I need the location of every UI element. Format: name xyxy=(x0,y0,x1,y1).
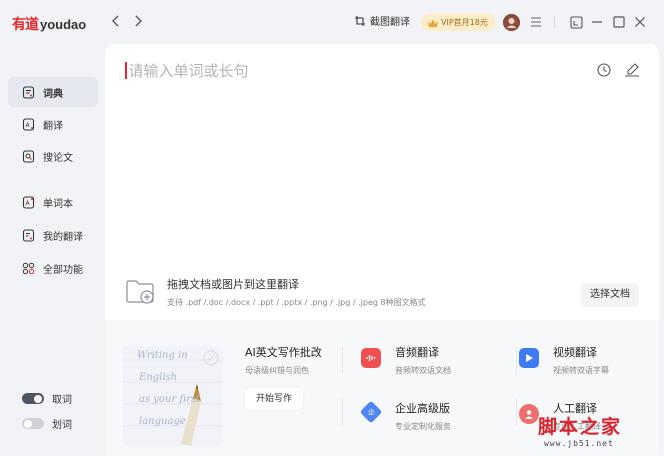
drop-title: 拖拽文档或图片到这里翻译 xyxy=(167,278,299,291)
mini-window-icon[interactable] xyxy=(568,14,584,30)
sample-line: language xyxy=(139,416,186,427)
main-panel: 请输入单词或长句 拖拽文档或图片到这里翻译 支持 .pdf /.doc /.do… xyxy=(105,44,659,320)
svg-text:A: A xyxy=(25,200,30,207)
video-icon xyxy=(519,348,539,368)
sidebar-item-all-features[interactable]: 全部功能 xyxy=(8,253,98,283)
choose-document-button[interactable]: 选择文档 xyxy=(581,283,639,307)
divider xyxy=(342,398,343,426)
history-icon[interactable] xyxy=(596,62,612,78)
sidebar-item-search-paper[interactable]: 搜论文 xyxy=(8,141,98,171)
drop-formats: 支持 .pdf /.doc /.docx / .ppt / .pptx / .p… xyxy=(167,298,426,307)
watermark-text: 脚本之家 xyxy=(538,416,623,438)
crop-icon xyxy=(355,15,365,26)
feature-title: AI英文写作批改 xyxy=(245,346,322,359)
sidebar-item-dictionary[interactable]: 词典 xyxy=(8,77,98,107)
sidebar-item-wordbook[interactable]: A 单词本 xyxy=(8,187,98,217)
menu-icon[interactable] xyxy=(528,14,544,30)
toggle-switch-off[interactable] xyxy=(22,418,44,429)
divider xyxy=(516,398,517,426)
sample-line: Writing in xyxy=(137,350,188,361)
text-caret xyxy=(125,62,127,79)
divider xyxy=(516,346,517,374)
human-translator-icon xyxy=(519,404,539,424)
video-translate-feature[interactable]: 视频翻译 视频转双语字幕 xyxy=(519,344,609,376)
watermark-url: www.jb51.net xyxy=(544,439,614,448)
back-arrow-icon[interactable] xyxy=(109,14,123,28)
feature-title: 音频翻译 xyxy=(395,346,439,359)
sidebar: 词典 A 翻译 搜论文 A 单词本 我的翻译 全部功能 取词 划词 xyxy=(0,44,104,456)
audio-icon xyxy=(361,348,381,368)
sidebar-item-label: 搜论文 xyxy=(43,152,73,164)
feature-subtitle: 专业定制化服务 xyxy=(395,422,451,431)
toggle-word-capture[interactable]: 取词 xyxy=(22,391,72,406)
audio-translate-feature[interactable]: 音频翻译 音频转双语文档 xyxy=(361,344,451,376)
query-input[interactable]: 请输入单词或长句 xyxy=(125,60,249,81)
title-bar: 有道 youdao 截图翻译 VIP首月18元 xyxy=(0,0,664,44)
feature-subtitle: 母语级纠错与润色 xyxy=(245,366,309,375)
my-translation-icon xyxy=(21,228,35,242)
close-icon[interactable] xyxy=(632,14,648,30)
sample-line: English xyxy=(139,372,178,383)
all-features-icon xyxy=(21,261,35,275)
sidebar-item-my-translation[interactable]: 我的翻译 xyxy=(8,220,98,250)
site-watermark: 脚本之家 www.jb51.net xyxy=(538,412,622,448)
app-window: 有道 youdao 截图翻译 VIP首月18元 词典 A 翻译 搜论文 A 单词… xyxy=(0,0,664,456)
handwriting-icon[interactable] xyxy=(624,62,640,78)
youdao-logo[interactable]: 有道 youdao xyxy=(12,14,86,34)
dictionary-icon xyxy=(21,85,35,99)
forward-arrow-icon[interactable] xyxy=(131,14,145,28)
sample-line: as your first xyxy=(139,394,200,405)
sidebar-item-label: 我的翻译 xyxy=(43,231,83,243)
maximize-icon[interactable] xyxy=(611,14,627,30)
logo-en: youdao xyxy=(40,17,87,32)
title-divider xyxy=(554,16,555,28)
feature-title: 企业高级版 xyxy=(395,402,450,415)
vip-badge[interactable]: VIP首月18元 xyxy=(421,14,495,31)
sidebar-item-label: 词典 xyxy=(43,88,63,100)
ai-writing-feature[interactable]: AI英文写作批改 母语级纠错与润色 xyxy=(245,344,322,376)
screenshot-translate-button[interactable]: 截图翻译 xyxy=(354,13,410,28)
toggle-label: 取词 xyxy=(52,395,72,406)
enterprise-feature[interactable]: 企 企业高级版 专业定制化服务 xyxy=(359,400,451,432)
feature-subtitle: 音频转双语文档 xyxy=(395,366,451,375)
feature-title: 视频翻译 xyxy=(553,346,597,359)
sidebar-item-label: 全部功能 xyxy=(43,264,83,276)
wordbook-icon: A xyxy=(21,195,35,209)
sidebar-item-translate[interactable]: A 翻译 xyxy=(8,109,98,139)
vip-label: VIP首月18元 xyxy=(441,18,488,27)
minimize-icon[interactable] xyxy=(589,14,605,30)
screenshot-translate-label: 截图翻译 xyxy=(370,17,410,28)
sidebar-item-label: 翻译 xyxy=(43,120,63,132)
start-writing-button[interactable]: 开始写作 xyxy=(245,388,303,410)
logo-cn: 有道 xyxy=(12,17,39,33)
toggle-label: 划词 xyxy=(52,420,72,431)
svg-text:A: A xyxy=(25,122,30,129)
translate-icon: A xyxy=(21,117,35,131)
crown-icon xyxy=(428,19,438,27)
search-paper-icon xyxy=(21,149,35,163)
divider xyxy=(342,346,343,374)
sidebar-item-label: 单词本 xyxy=(43,198,73,210)
feature-subtitle: 视频转双语字幕 xyxy=(553,366,609,375)
enterprise-icon: 企 xyxy=(359,400,383,424)
query-placeholder: 请输入单词或长句 xyxy=(128,62,249,80)
drop-zone[interactable]: 拖拽文档或图片到这里翻译 支持 .pdf /.doc /.docx / .ppt… xyxy=(125,276,426,308)
toggle-switch-on[interactable] xyxy=(22,393,44,404)
ai-writing-card-image[interactable]: Writing in English as your first languag… xyxy=(123,346,223,446)
avatar[interactable] xyxy=(503,14,520,31)
folder-add-icon xyxy=(125,279,159,305)
toggle-word-select[interactable]: 划词 xyxy=(22,416,72,431)
